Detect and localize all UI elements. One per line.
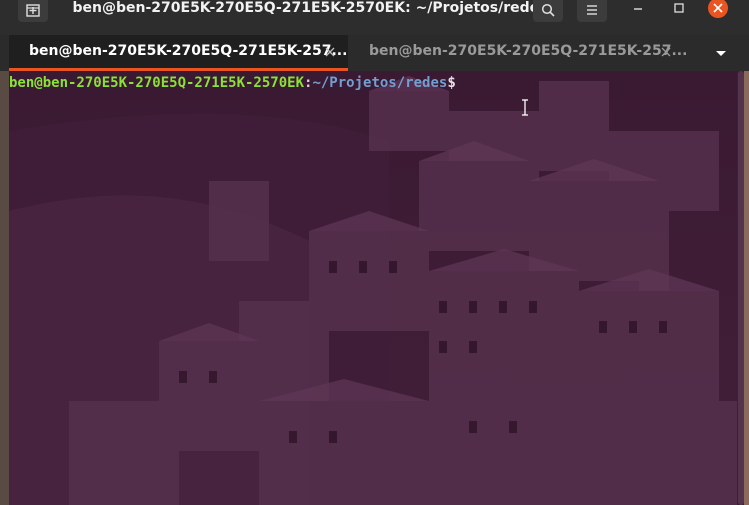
close-icon[interactable] [325, 47, 335, 57]
maximize-icon [674, 3, 684, 13]
close-window-button[interactable] [708, 0, 728, 18]
prompt-path: ~/Projetos/redes [312, 75, 448, 91]
tab-terminal-1[interactable]: ben@ben-270E5K-270E5Q-271E5K-257... [9, 35, 348, 71]
prompt-symbol: $ [447, 75, 456, 91]
tab-label: ben@ben-270E5K-270E5Q-271E5K-257... [369, 43, 688, 59]
desktop-background-left [0, 35, 9, 505]
search-icon [541, 3, 555, 17]
menu-button[interactable] [577, 0, 607, 22]
chevron-down-icon[interactable] [708, 45, 734, 61]
scrollbar-thumb[interactable] [738, 71, 744, 505]
terminal-scrollbar[interactable] [738, 71, 744, 505]
tab-label: ben@ben-270E5K-270E5Q-271E5K-257... [29, 43, 348, 59]
shell-prompt: ben@ben-270E5K-270E5Q-271E5K-2570EK:~/Pr… [9, 74, 456, 92]
window-title: ben@ben-270E5K-270E5Q-271E5K-2570EK: ~/P… [72, 0, 548, 16]
title-bar: ben@ben-270E5K-270E5Q-271E5K-2570EK: ~/P… [0, 0, 749, 35]
tab-bar: ben@ben-270E5K-270E5Q-271E5K-257... ben@… [0, 35, 749, 71]
new-tab-button[interactable] [18, 0, 48, 22]
hamburger-menu-icon [587, 5, 597, 15]
search-button[interactable] [533, 0, 563, 22]
terminal-area[interactable]: ben@ben-270E5K-270E5Q-271E5K-2570EK:~/Pr… [9, 71, 737, 505]
text-cursor-icon [522, 99, 528, 116]
new-tab-icon [26, 4, 40, 17]
desktop-background-right [744, 35, 749, 505]
tab-terminal-2[interactable]: ben@ben-270E5K-270E5Q-271E5K-257... [349, 35, 687, 71]
minimize-icon [634, 8, 642, 10]
close-icon[interactable] [661, 47, 671, 57]
close-icon [713, 3, 723, 13]
prompt-user-host: ben@ben-270E5K-270E5Q-271E5K-2570EK [9, 75, 305, 91]
minimize-button[interactable] [629, 0, 647, 16]
background-image [9, 71, 737, 505]
maximize-button[interactable] [670, 0, 688, 16]
